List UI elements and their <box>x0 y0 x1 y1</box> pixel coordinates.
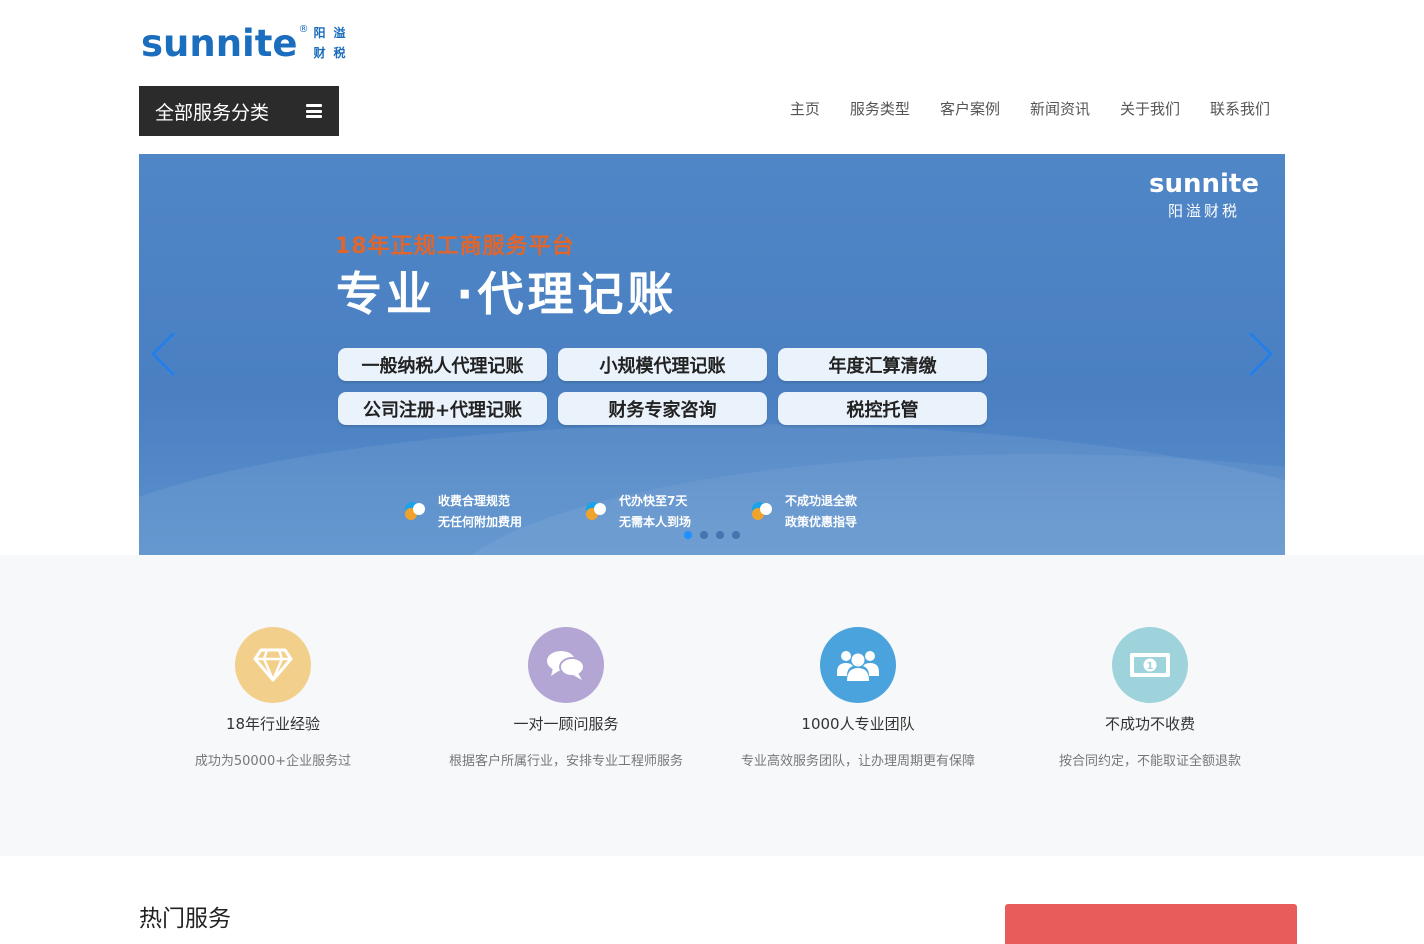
nav-item-cases[interactable]: 客户案例 <box>940 98 1000 120</box>
banner-logo-chinese: 阳溢财税 <box>1168 202 1241 220</box>
logo-char: 财 <box>313 46 326 60</box>
advantage-desc: 按合同约定，不能取证全额退款 <box>1058 754 1241 769</box>
advantage-desc: 根据客户所属行业，安排专业工程师服务 <box>448 754 683 769</box>
banner-feature-line: 不成功退全款 <box>785 494 858 508</box>
advantage-title: 一对一顾问服务 <box>513 715 619 733</box>
carousel-next-arrow-icon[interactable] <box>1246 331 1274 377</box>
banner-pill: 小规模代理记账 <box>558 348 767 381</box>
main-nav: 主页 服务类型 客户案例 新闻资讯 关于我们 联系我们 <box>790 98 1270 120</box>
advantage-card: 1 不成功不收费 按合同约定，不能取证全额退款 <box>1000 627 1300 772</box>
site-logo[interactable]: sunnite ® 阳 溢 财 税 <box>141 22 354 66</box>
chat-icon <box>528 627 604 703</box>
banner-feature-line: 代办快至7天 <box>619 494 688 508</box>
bullet-dot-icon <box>405 500 430 525</box>
advantage-desc: 专业高效服务团队，让办理周期更有保障 <box>740 754 975 769</box>
advantage-title: 18年行业经验 <box>225 715 321 733</box>
hot-services-heading: 热门服务 <box>139 906 231 932</box>
all-services-label: 全部服务分类 <box>155 101 270 124</box>
nav-item-about[interactable]: 关于我们 <box>1120 98 1180 120</box>
carousel-prev-arrow-icon[interactable] <box>150 331 178 377</box>
carousel-dot[interactable] <box>700 531 708 539</box>
logo-wordmark: sunnite <box>141 22 298 65</box>
logo-chinese-name: 阳 溢 财 税 <box>314 24 354 64</box>
hamburger-menu-icon <box>306 104 322 118</box>
banner-pill: 一般纳税人代理记账 <box>338 348 547 381</box>
advantage-card: 一对一顾问服务 根据客户所属行业，安排专业工程师服务 <box>416 627 716 772</box>
hot-services-promo-box[interactable] <box>1005 904 1297 944</box>
advantage-title: 不成功不收费 <box>1104 715 1195 733</box>
banner-feature-line: 政策优惠指导 <box>785 515 858 529</box>
nav-item-home[interactable]: 主页 <box>790 98 820 120</box>
advantage-title: 1000人专业团队 <box>801 715 915 733</box>
carousel-dot[interactable] <box>716 531 724 539</box>
banner-logo: sunnite 阳溢财税 <box>1149 168 1259 222</box>
banner-pill: 年度汇算清缴 <box>778 348 987 381</box>
banner-service-pills: 一般纳税人代理记账 小规模代理记账 年度汇算清缴 公司注册+代理记账 财务专家咨… <box>338 348 987 425</box>
bullet-dot-icon <box>752 500 777 525</box>
nav-item-contact[interactable]: 联系我们 <box>1210 98 1270 120</box>
banner-feature: 收费合理规范 无任何附加费用 <box>405 491 522 533</box>
carousel-dot[interactable] <box>732 531 740 539</box>
logo-char: 阳 <box>313 26 326 40</box>
advantages-section: 18年行业经验 成功为50000+企业服务过 一对一顾问服务 根据客户所属行业，… <box>0 555 1424 856</box>
banner-feature: 代办快至7天 无需本人到场 <box>586 491 691 533</box>
hero-banner-carousel[interactable]: sunnite 阳溢财税 18年正规工商服务平台 专业 ·代理记账 一般纳税人代… <box>139 154 1285 555</box>
banner-logo-wordmark: sunnite <box>1149 169 1259 199</box>
banner-feature-line: 无需本人到场 <box>619 515 692 529</box>
carousel-dot[interactable] <box>684 531 692 539</box>
diamond-icon <box>235 627 311 703</box>
banner-feature: 不成功退全款 政策优惠指导 <box>752 491 857 533</box>
all-services-menu-button[interactable]: 全部服务分类 <box>139 86 339 136</box>
banner-tagline: 18年正规工商服务平台 <box>335 234 575 259</box>
nav-item-news[interactable]: 新闻资讯 <box>1030 98 1090 120</box>
team-icon <box>820 627 896 703</box>
advantage-card: 18年行业经验 成功为50000+企业服务过 <box>123 627 423 772</box>
banner-headline: 专业 ·代理记账 <box>336 267 678 321</box>
banner-pill: 公司注册+代理记账 <box>338 392 547 425</box>
bullet-dot-icon <box>586 500 611 525</box>
money-icon: 1 <box>1112 627 1188 703</box>
banner-pill: 财务专家咨询 <box>558 392 767 425</box>
advantage-desc: 成功为50000+企业服务过 <box>194 754 352 769</box>
nav-item-service-types[interactable]: 服务类型 <box>850 98 910 120</box>
logo-char: 溢 <box>333 26 346 40</box>
banner-feature-line: 无任何附加费用 <box>438 515 523 529</box>
logo-registered-mark: ® <box>298 24 309 35</box>
logo-char: 税 <box>333 46 346 60</box>
advantage-card: 1000人专业团队 专业高效服务团队，让办理周期更有保障 <box>708 627 1008 772</box>
banner-pill: 税控托管 <box>778 392 987 425</box>
svg-text:1: 1 <box>1147 661 1154 672</box>
banner-feature-line: 收费合理规范 <box>438 494 511 508</box>
carousel-pagination <box>684 531 740 539</box>
